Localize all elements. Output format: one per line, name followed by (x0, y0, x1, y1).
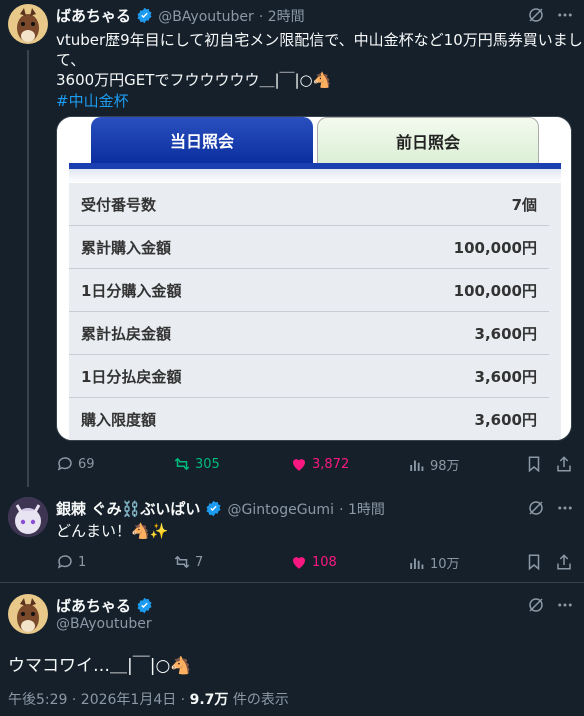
reply-button[interactable]: 1 (56, 553, 86, 571)
analytics-icon (410, 558, 424, 569)
heart-icon (293, 557, 305, 569)
post-timestamp[interactable]: 午後5:29 · 2026年1月4日 · (8, 692, 190, 708)
more-icon[interactable] (556, 596, 574, 618)
more-icon[interactable] (556, 6, 574, 28)
bookmark-button[interactable] (525, 455, 543, 477)
tab-previous-day-label: 前日照会 (395, 132, 460, 152)
grok-icon[interactable] (527, 499, 545, 521)
row-label: 累計払戻金額 (81, 324, 172, 343)
row-value: 100,000円 (453, 238, 537, 257)
post-time[interactable]: · 1時間 (339, 502, 385, 518)
thread-line (27, 50, 29, 487)
verified-icon (206, 500, 221, 517)
view-count: 10万 (430, 557, 460, 572)
post-text: どんまい！🐴✨ (56, 522, 169, 540)
row-value: 3,600円 (474, 411, 537, 429)
post-text: ウマコワイ…＿|￣|○🐴 (8, 656, 192, 676)
grok-icon[interactable] (527, 596, 545, 618)
author-name[interactable]: ばあちゃる (56, 7, 131, 25)
table-row: 購入限度額 3,600円 (69, 398, 549, 440)
author-name[interactable]: 銀棘 ぐみ⛓️ぶいぱい (56, 500, 200, 518)
author-handle[interactable]: @GintogeGumi (228, 502, 334, 518)
verified-icon (137, 7, 152, 24)
views-button[interactable]: 10万 (408, 553, 460, 572)
heart-icon (293, 459, 305, 471)
repost-count: 7 (195, 554, 204, 570)
reply-count: 1 (78, 554, 87, 570)
post-text-line: vtuber歴9年目にして初自宅メン限配信で、中山金杯など10万円馬券買いまし (56, 31, 583, 49)
bookmark-button[interactable] (525, 553, 543, 575)
table-row: 受付番号数 7個 (69, 183, 549, 226)
avatar[interactable] (8, 497, 48, 537)
repost-icon (174, 457, 190, 471)
view-label: 件の表示 (228, 692, 289, 708)
row-value: 100,000円 (453, 281, 537, 300)
author-name[interactable]: ばあちゃる (56, 597, 131, 615)
like-count: 3,872 (312, 456, 350, 472)
row-value: 3,600円 (474, 367, 537, 386)
grok-icon[interactable] (527, 6, 545, 28)
analytics-icon (410, 460, 424, 471)
avatar[interactable] (8, 4, 48, 44)
like-button[interactable]: 108 (290, 553, 337, 571)
table-row: 1日分払戻金額 3,600円 (69, 355, 549, 398)
views-button[interactable]: 98万 (408, 455, 460, 474)
reply-icon (57, 457, 72, 471)
table-row: 累計払戻金額 3,600円 (69, 312, 549, 355)
row-label: 1日分払戻金額 (81, 367, 182, 386)
view-count: 9.7万 (189, 692, 229, 708)
reply-button[interactable]: 69 (56, 455, 95, 473)
reply-count: 69 (78, 456, 95, 472)
share-button[interactable] (555, 455, 573, 477)
more-icon[interactable] (556, 499, 574, 521)
like-count: 108 (312, 554, 337, 570)
avatar[interactable] (8, 594, 48, 634)
row-label: 1日分購入金額 (81, 281, 182, 300)
row-label: 累計購入金額 (81, 238, 172, 257)
table-row: 1日分購入金額 100,000円 (69, 269, 549, 312)
repost-count: 305 (195, 456, 220, 472)
table-row: 累計購入金額 100,000円 (69, 226, 549, 269)
view-count: 98万 (430, 459, 460, 474)
post-meta: 午後5:29 · 2026年1月4日 · 9.7万 件の表示 (8, 689, 289, 709)
bookmark-icon (528, 554, 540, 571)
divider (0, 582, 584, 583)
post-image[interactable]: 当日照会 前日照会 受付番号数 7個 累計購入金額 100,000円 1日分購入… (56, 116, 572, 441)
tab-today: 当日照会 (91, 117, 313, 163)
post-time[interactable]: · 2時間 (259, 9, 305, 25)
row-value: 3,600円 (474, 324, 537, 343)
share-icon (557, 554, 571, 570)
share-button[interactable] (555, 553, 573, 575)
share-icon (557, 456, 571, 472)
bookmark-icon (528, 456, 540, 473)
post-text-line: 3600万円GETでフウウウウウ＿|￣|○🐴 (56, 71, 332, 89)
post-text: vtuber歴9年目にして初自宅メン限配信で、中山金杯など10万円馬券買いまし … (56, 30, 583, 90)
tab-previous-day: 前日照会 (317, 117, 539, 163)
verified-icon (137, 597, 152, 614)
table-header-band (69, 169, 561, 183)
hashtag-link[interactable]: #中山金杯 (56, 90, 129, 111)
author-handle[interactable]: @BAyoutuber (56, 616, 152, 632)
row-label: 受付番号数 (81, 195, 157, 214)
row-label: 購入限度額 (81, 411, 157, 429)
row-value: 7個 (511, 195, 537, 214)
like-button[interactable]: 3,872 (290, 455, 349, 473)
post-text-line: て、 (56, 51, 86, 69)
tab-today-label: 当日照会 (169, 132, 234, 151)
repost-icon (174, 555, 190, 569)
repost-button[interactable]: 305 (173, 455, 220, 473)
repost-button[interactable]: 7 (173, 553, 203, 571)
author-handle[interactable]: @BAyoutuber (158, 9, 254, 25)
reply-icon (57, 555, 72, 569)
